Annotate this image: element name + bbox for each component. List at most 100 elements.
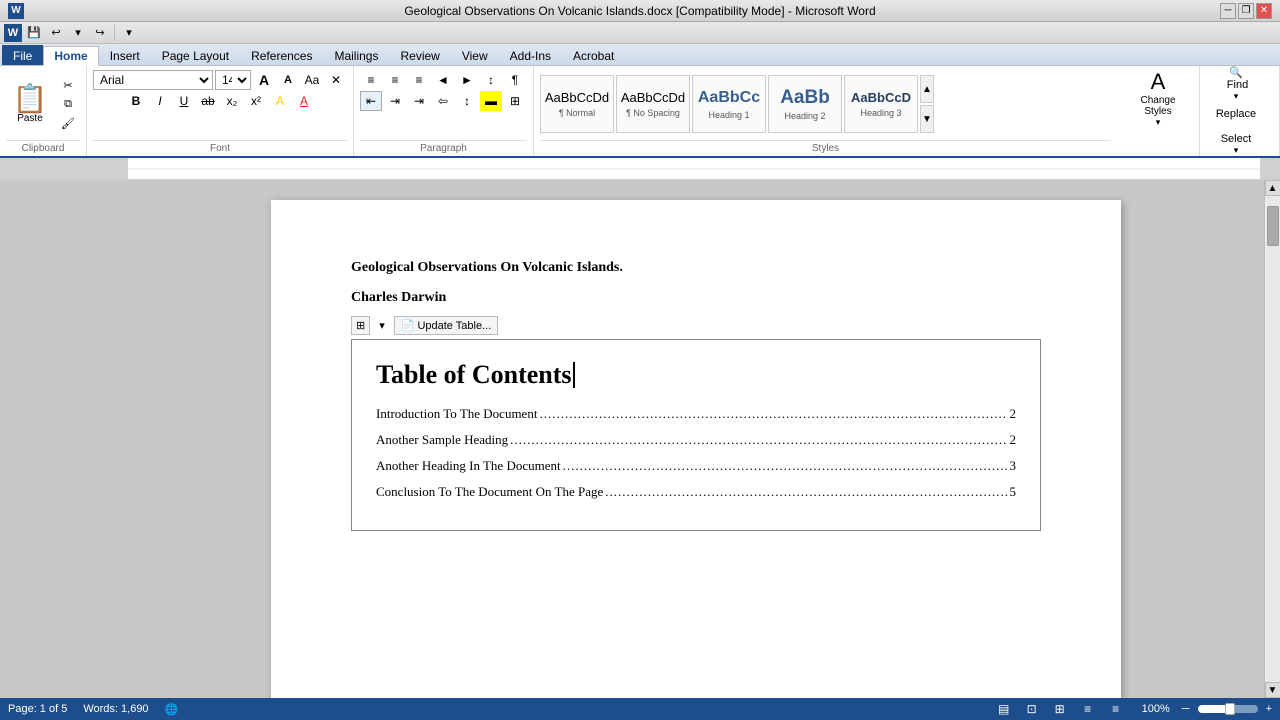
tab-addins[interactable]: Add-Ins (499, 45, 562, 65)
toc-entry-1[interactable]: Introduction To The Document ...........… (376, 406, 1016, 422)
copy-button[interactable]: ⧉ (56, 95, 80, 113)
change-case-button[interactable]: Aa (301, 70, 323, 90)
scroll-down-arrow[interactable]: ▼ (1265, 682, 1280, 698)
minimize-button[interactable]: ─ (1220, 3, 1236, 19)
font-size-select[interactable]: 14 12 16 (215, 70, 251, 90)
line-spacing-button[interactable]: ↕ (456, 91, 478, 111)
language-indicator[interactable]: 🌐 (165, 703, 179, 716)
tab-home[interactable]: Home (43, 46, 98, 66)
clear-format-button[interactable]: ✕ (325, 70, 347, 90)
full-screen-btn[interactable]: ⊡ (1022, 701, 1042, 717)
change-styles-button[interactable]: A ChangeStyles ▾ (1123, 70, 1193, 126)
align-left-button[interactable]: ⇤ (360, 91, 382, 111)
tab-insert[interactable]: Insert (99, 45, 151, 65)
toc-icon-dropdown[interactable]: ▾ (374, 316, 390, 335)
zoom-slider[interactable] (1198, 705, 1258, 713)
font-grow-button[interactable]: A (253, 70, 275, 90)
tab-file[interactable]: File (2, 45, 43, 65)
outline-btn[interactable]: ≡ (1078, 701, 1098, 717)
sort-button[interactable]: ↕ (480, 70, 502, 90)
font-row2: B I U ab x₂ x² A A (125, 91, 315, 111)
align-right-button[interactable]: ⇥ (408, 91, 430, 111)
strikethrough-button[interactable]: ab (197, 91, 219, 111)
style-heading2[interactable]: AaBb Heading 2 (768, 75, 842, 133)
toc-entry-3-dots: ........................................… (563, 458, 1008, 474)
toc-cursor (573, 362, 575, 388)
update-table-icon: 📄 (401, 319, 415, 332)
format-painter-button[interactable]: 🖌 (56, 114, 80, 132)
save-button[interactable]: 💾 (24, 24, 44, 42)
ribbon: 📋 Paste ✂ ⧉ 🖌 Clipboard Arial Times New … (0, 66, 1280, 158)
page-info: Page: 1 of 5 (8, 703, 67, 715)
show-paragraph-button[interactable]: ¶ (504, 70, 526, 90)
qa-dropdown[interactable]: ▾ (119, 24, 139, 42)
shading-button[interactable]: ▬ (480, 91, 502, 111)
cut-button[interactable]: ✂ (56, 76, 80, 94)
toc-icon-btn[interactable]: ⊞ (351, 316, 370, 335)
change-styles-icon: A (1151, 69, 1166, 95)
subscript-button[interactable]: x₂ (221, 91, 243, 111)
styles-scroll-down[interactable]: ▼ (920, 105, 934, 133)
style-heading1[interactable]: AaBbCc Heading 1 (692, 75, 766, 133)
justify-button[interactable]: ⇦ (432, 91, 454, 111)
tab-review[interactable]: Review (389, 45, 450, 65)
bullets-button[interactable]: ≡ (360, 70, 382, 90)
tab-view[interactable]: View (451, 45, 499, 65)
replace-button[interactable]: Replace (1206, 100, 1266, 128)
scroll-thumb[interactable] (1267, 206, 1279, 246)
style-nospacing[interactable]: AaBbCcDd ¶ No Spacing (616, 75, 690, 133)
italic-button[interactable]: I (149, 91, 171, 111)
undo-dropdown[interactable]: ▾ (68, 24, 88, 42)
find-button[interactable]: 🔍 Find ▾ (1206, 70, 1266, 98)
zoom-in-button[interactable]: + (1266, 703, 1272, 715)
font-family-select[interactable]: Arial Times New Roman Calibri (93, 70, 213, 90)
select-button[interactable]: Select ▾ (1206, 130, 1266, 158)
increase-indent-button[interactable]: ► (456, 70, 478, 90)
words-info-text: Words: 1,690 (83, 703, 148, 715)
update-table-button[interactable]: 📄 Update Table... (394, 316, 499, 335)
align-center-button[interactable]: ⇥ (384, 91, 406, 111)
close-button[interactable]: ✕ (1256, 3, 1272, 19)
zoom-handle[interactable] (1225, 703, 1235, 715)
vertical-scrollbar[interactable]: ▲ ▼ (1264, 180, 1280, 698)
draft-btn[interactable]: ≡ (1106, 701, 1126, 717)
toc-entry-2[interactable]: Another Sample Heading .................… (376, 432, 1016, 448)
ribbon-tabs: File Home Insert Page Layout References … (0, 44, 1280, 66)
tab-acrobat[interactable]: Acrobat (562, 45, 625, 65)
multilevel-button[interactable]: ≡ (408, 70, 430, 90)
undo-button[interactable]: ↩ (46, 24, 66, 42)
toc-entry-3[interactable]: Another Heading In The Document ........… (376, 458, 1016, 474)
restore-button[interactable]: ❐ (1238, 3, 1254, 19)
status-right: ▤ ⊡ ⊞ ≡ ≡ 100% ─ + (994, 701, 1272, 717)
tab-references[interactable]: References (240, 45, 323, 65)
style-heading3[interactable]: AaBbCcD Heading 3 (844, 75, 918, 133)
font-color-button[interactable]: A (293, 91, 315, 111)
decrease-indent-button[interactable]: ◄ (432, 70, 454, 90)
font-shrink-button[interactable]: A (277, 70, 299, 90)
ruler-left (0, 158, 128, 179)
text-highlight-button[interactable]: A (269, 91, 291, 111)
numbering-button[interactable]: ≡ (384, 70, 406, 90)
superscript-button[interactable]: x² (245, 91, 267, 111)
print-layout-btn[interactable]: ▤ (994, 701, 1014, 717)
zoom-out-button[interactable]: ─ (1182, 703, 1190, 715)
bold-button[interactable]: B (125, 91, 147, 111)
underline-button[interactable]: U (173, 91, 195, 111)
styles-scroll-up[interactable]: ▲ (920, 75, 934, 103)
para-row2: ⇤ ⇥ ⇥ ⇦ ↕ ▬ ⊞ (360, 91, 526, 111)
document-scroll-area[interactable]: Geological Observations On Volcanic Isla… (128, 180, 1264, 698)
paste-button[interactable]: 📋 Paste (6, 76, 54, 132)
toc-entry-4[interactable]: Conclusion To The Document On The Page .… (376, 484, 1016, 500)
tab-page-layout[interactable]: Page Layout (151, 45, 240, 65)
borders-button[interactable]: ⊞ (504, 91, 526, 111)
scroll-track[interactable] (1266, 196, 1280, 682)
style-normal[interactable]: AaBbCcDd ¶ Normal (540, 75, 614, 133)
change-styles-group: A ChangeStyles ▾ (1117, 66, 1200, 156)
window-controls[interactable]: ─ ❐ ✕ (1220, 3, 1272, 19)
tab-mailings[interactable]: Mailings (323, 45, 389, 65)
redo-button[interactable]: ↪ (90, 24, 110, 42)
toc-box[interactable]: Table of Contents Introduction To The Do… (351, 339, 1041, 531)
document-page: Geological Observations On Volcanic Isla… (271, 200, 1121, 698)
scroll-up-arrow[interactable]: ▲ (1265, 180, 1280, 196)
web-layout-btn[interactable]: ⊞ (1050, 701, 1070, 717)
